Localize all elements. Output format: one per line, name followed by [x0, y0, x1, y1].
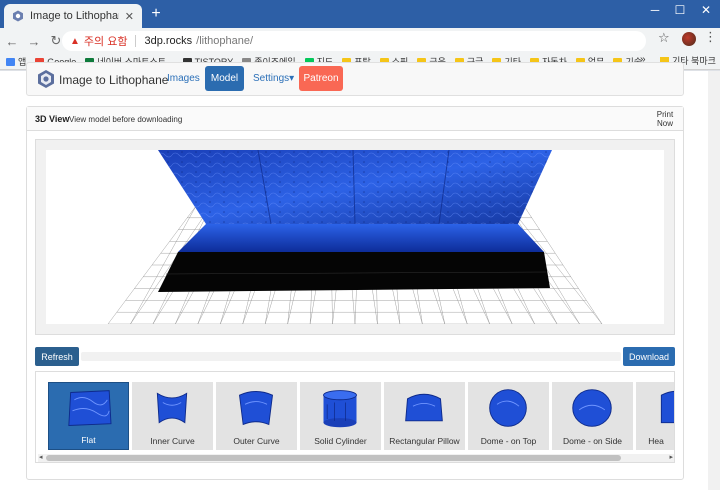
shape-label: Flat [81, 435, 96, 445]
print-now-line2: Now [656, 119, 673, 128]
profile-avatar[interactable] [682, 32, 696, 46]
print-now-line1: Print [656, 110, 674, 119]
close-window-icon[interactable]: ✕ [696, 3, 716, 17]
brand-name[interactable]: Image to Lithophane [59, 73, 168, 87]
shape-label: Dome - on Side [562, 436, 623, 446]
scroll-left-icon[interactable]: ◂ [39, 453, 43, 461]
shape-label: Rectangular Pillow [389, 436, 460, 446]
shape-thumbnail-icon [68, 390, 112, 426]
browser-menu-icon[interactable]: ⋮ [704, 29, 717, 45]
download-button[interactable]: Download [623, 347, 675, 366]
shape-option[interactable]: Outer Curve [216, 382, 297, 450]
page-scrollbar[interactable] [708, 71, 720, 490]
patreon-button[interactable]: Patreon [299, 66, 343, 91]
browser-titlebar: Image to Lithophane ✕ + ─ ☐ ✕ [0, 0, 720, 28]
shape-thumbnail-icon [489, 389, 527, 427]
shape-label: Inner Curve [150, 436, 195, 446]
security-warning[interactable]: 주의 요함 [84, 33, 128, 49]
lithophane-base [158, 252, 550, 292]
progress-bar [81, 352, 621, 361]
shape-option[interactable]: Rectangular Pillow [384, 382, 465, 450]
url-host: 3dp.rocks [144, 35, 193, 47]
apps-icon [6, 57, 15, 66]
nav-settings[interactable]: Settings▾ [253, 73, 294, 84]
nav-images[interactable]: Images [167, 73, 200, 84]
maximize-icon[interactable]: ☐ [670, 3, 690, 17]
minimize-icon[interactable]: ─ [645, 3, 665, 17]
shape-option[interactable]: Inner Curve [132, 382, 213, 450]
app-logo-icon [38, 70, 54, 88]
browser-tab[interactable]: Image to Lithophane ✕ [4, 4, 142, 28]
forward-icon[interactable]: → [24, 34, 44, 49]
shape-thumbnail-icon [660, 390, 674, 424]
new-tab-button[interactable]: + [148, 6, 164, 22]
bookmark-star-icon[interactable]: ☆ [658, 30, 670, 46]
scroll-thumb[interactable] [46, 455, 621, 461]
3d-viewer[interactable] [46, 150, 664, 324]
back-icon[interactable]: ← [2, 34, 22, 49]
shape-option[interactable]: Flat [48, 382, 129, 450]
model-render [107, 150, 603, 324]
panel-title: 3D View [35, 114, 70, 124]
shape-option[interactable]: Hea [636, 382, 674, 450]
shape-label: Hea [648, 436, 664, 446]
address-bar[interactable]: ▲ 주의 요함 3dp.rocks/lithophane/ [62, 31, 646, 51]
shape-thumbnail-icon [323, 390, 357, 428]
tab-title: Image to Lithophane [30, 10, 119, 22]
print-now-link[interactable]: Print Now [655, 110, 675, 128]
url-path: /lithophane/ [196, 35, 254, 47]
shape-label: Solid Cylinder [314, 436, 367, 446]
tab-close-icon[interactable]: ✕ [125, 10, 134, 23]
shape-label: Dome - on Top [480, 436, 537, 446]
shape-option[interactable]: Dome - on Side [552, 382, 633, 450]
view-panel: 3D View View model before downloading Pr… [26, 106, 684, 480]
shape-option[interactable]: Dome - on Top [468, 382, 549, 450]
shape-list: Flat Inner Curve Outer Curve Solid Cylinder… [48, 382, 674, 450]
refresh-button[interactable]: Refresh [35, 347, 79, 366]
nav-settings-label: Settings [253, 73, 290, 84]
nav-model[interactable]: Model [205, 66, 244, 91]
viewer-frame [35, 139, 675, 335]
browser-toolbar: ← → ↻ ▲ 주의 요함 3dp.rocks/lithophane/ [0, 28, 720, 54]
chevron-down-icon: ▾ [289, 73, 295, 84]
warning-icon: ▲ [70, 35, 80, 47]
lithophane-favicon-icon [13, 10, 23, 22]
app-navbar: Image to Lithophane Images Model Setting… [26, 62, 684, 96]
shape-thumbnail-icon [156, 392, 188, 424]
panel-header: 3D View View model before downloading Pr… [27, 107, 683, 131]
scroll-right-icon[interactable]: ▸ [669, 453, 673, 461]
shape-label: Outer Curve [233, 436, 280, 446]
shape-thumbnail-icon [572, 389, 612, 427]
panel-subtitle: View model before downloading [69, 115, 183, 124]
address-divider [135, 35, 137, 47]
lithophane-ledge [178, 224, 544, 252]
shape-option[interactable]: Solid Cylinder [300, 382, 381, 450]
shape-thumbnail-icon [405, 393, 443, 422]
shape-scrollbar[interactable]: ◂ ▸ [38, 454, 674, 462]
shape-selector: Flat Inner Curve Outer Curve Solid Cylinder… [35, 371, 675, 463]
bookmark-item[interactable]: 앱 [6, 55, 26, 68]
shape-thumbnail-icon [239, 391, 273, 426]
